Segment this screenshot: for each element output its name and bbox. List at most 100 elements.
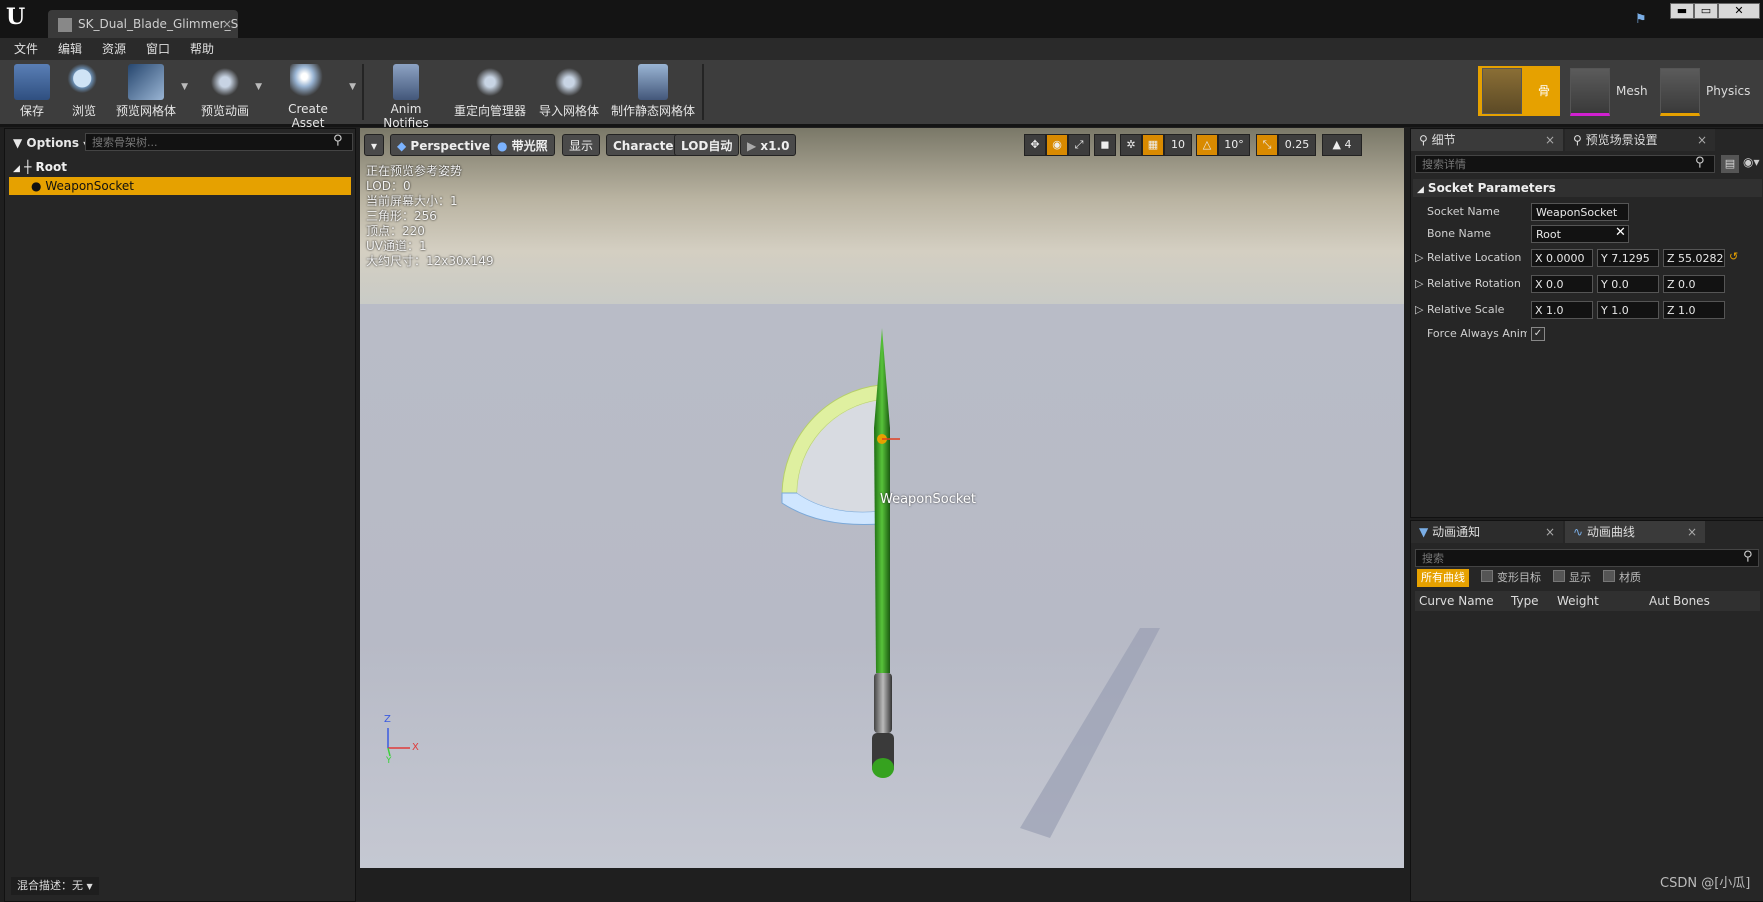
bone-icon: ┼ [24, 160, 32, 174]
socket-name-field[interactable]: WeaponSocket [1531, 203, 1629, 221]
rotation-x-field[interactable]: X 0.0 [1531, 275, 1593, 293]
toolbar-divider [362, 64, 364, 120]
menu-asset[interactable]: 资源 [102, 38, 126, 60]
mode-mesh-button[interactable]: Mesh [1566, 66, 1652, 116]
show-filter[interactable]: 显示 [1553, 569, 1591, 587]
close-tab-icon[interactable]: × [1545, 521, 1555, 543]
col-weight[interactable]: Weight [1557, 591, 1599, 611]
search-icon: ⚲ [1419, 133, 1428, 147]
menu-bar: 文件 编辑 资源 窗口 帮助 [0, 38, 1763, 60]
menu-edit[interactable]: 编辑 [58, 38, 82, 60]
maximize-button[interactable]: ▭ [1694, 3, 1718, 19]
blend-description-dropdown[interactable]: 混合描述：无 ▼ [11, 877, 99, 895]
menu-window[interactable]: 窗口 [146, 38, 170, 60]
close-tab-icon[interactable]: × [1545, 129, 1555, 151]
skeleton-search-input[interactable]: 搜索骨架树... [85, 133, 353, 151]
expand-arrow-icon[interactable]: ◢ [13, 164, 20, 174]
scale-y-field[interactable]: Y 1.0 [1597, 301, 1659, 319]
tree-item-root[interactable]: ◢ ┼ Root [13, 159, 67, 175]
close-window-button[interactable]: ✕ [1718, 3, 1760, 19]
location-z-field[interactable]: Z 55.0282 [1663, 249, 1725, 267]
chevron-down-icon[interactable]: ▼ [255, 82, 262, 92]
socket-parameters-section[interactable]: ◢ Socket Parameters [1413, 179, 1762, 197]
rotation-y-field[interactable]: Y 0.0 [1597, 275, 1659, 293]
browse-button[interactable]: 浏览 [62, 60, 106, 124]
reset-to-default-icon[interactable]: ↺ [1729, 250, 1738, 263]
axis-y-label: Y [386, 756, 392, 766]
viewport[interactable]: ▾ ◆ Perspective ● 带光照 显示 Character LOD自动… [360, 128, 1404, 868]
details-panel: ⚲ 细节 × ⚲ 预览场景设置 × 搜索详情 ⚲ ▤ ◉▾ ◢ Socket Pa… [1410, 128, 1763, 518]
tab-anim-curves[interactable]: ∿ 动画曲线 × [1565, 521, 1705, 543]
preview-mesh-button[interactable]: 预览网格体 ▼ [114, 60, 188, 124]
mode-physics-button[interactable]: Physics [1656, 66, 1760, 116]
scale-z-field[interactable]: Z 1.0 [1663, 301, 1725, 319]
preview-anim-button[interactable]: 预览动画 ▼ [198, 60, 262, 124]
skeleton-tree-panel: ▼ Options ▼ 搜索骨架树... ⚲ ◢ ┼ Root ● Weapon… [4, 128, 356, 902]
chevron-down-icon[interactable]: ▼ [349, 82, 356, 92]
clear-icon[interactable]: ✕ [1615, 225, 1626, 240]
asset-tab-title: SK_Dual_Blade_Glimmer_S [78, 17, 238, 31]
scale-x-field[interactable]: X 1.0 [1531, 301, 1593, 319]
toolbar: 保存 浏览 预览网格体 ▼ 预览动画 ▼ Create Asset ▼ Anim… [0, 60, 1763, 148]
bone-name-label: Bone Name [1427, 227, 1491, 240]
axis-z-label: Z [384, 714, 391, 725]
save-button[interactable]: 保存 [6, 60, 58, 124]
checkbox-icon [1481, 570, 1493, 582]
close-tab-icon[interactable]: × [1687, 521, 1697, 543]
minimize-button[interactable]: ▬ [1670, 3, 1694, 19]
make-static-mesh-button[interactable]: 制作静态网格体 [610, 60, 696, 124]
location-y-field[interactable]: Y 7.1295 [1597, 249, 1659, 267]
details-search-input[interactable]: 搜索详情 [1415, 155, 1715, 173]
pommel-gem [872, 758, 894, 778]
eye-icon[interactable]: ◉▾ [1743, 155, 1760, 169]
col-curve-name[interactable]: Curve Name [1419, 591, 1494, 611]
force-always-animated-row: Force Always Animated ✓ [1413, 323, 1762, 345]
tab-details[interactable]: ⚲ 细节 × [1411, 129, 1563, 151]
expand-arrow-icon[interactable]: ▷ [1415, 277, 1423, 290]
mode-skeleton-button[interactable]: 骨架 [1478, 66, 1560, 148]
asset-tab[interactable]: SK_Dual_Blade_Glimmer_S × [48, 10, 238, 38]
anim-notifies-button[interactable]: Anim Notifies [368, 60, 444, 130]
import-arrow-icon [551, 64, 587, 100]
filter-icon: ▼ [13, 136, 23, 150]
handle-grip [874, 673, 892, 733]
close-tab-icon[interactable]: × [1697, 129, 1707, 151]
create-asset-button[interactable]: Create Asset ▼ [270, 60, 356, 130]
unreal-logo-icon[interactable]: U [6, 4, 34, 32]
socket-icon: ● [31, 179, 42, 193]
expand-arrow-icon[interactable]: ▷ [1415, 251, 1423, 264]
all-curves-filter[interactable]: 所有曲线 [1417, 569, 1469, 587]
options-dropdown[interactable]: ▼ Options ▼ [13, 133, 89, 153]
notify-icon: ▼ [1419, 525, 1429, 539]
retarget-manager-button[interactable]: 重定向管理器 [452, 60, 528, 124]
morph-target-filter[interactable]: 变形目标 [1481, 569, 1541, 587]
close-tab-icon[interactable]: × [222, 10, 232, 38]
chevron-down-icon: ▼ [86, 882, 93, 891]
feedback-icon[interactable]: ⚑ [1635, 12, 1655, 28]
col-bones[interactable]: Bones [1673, 591, 1710, 611]
tab-preview-scene[interactable]: ⚲ 预览场景设置 × [1565, 129, 1715, 151]
relative-rotation-label: ▷ Relative Rotation [1415, 277, 1521, 290]
col-auto[interactable]: Aut [1649, 591, 1670, 611]
material-filter[interactable]: 材质 [1603, 569, 1641, 587]
menu-help[interactable]: 帮助 [190, 38, 214, 60]
curves-search-input[interactable]: 搜索 [1415, 549, 1759, 567]
create-asset-icon [290, 64, 326, 100]
watermark: CSDN @[小瓜] [1660, 876, 1751, 891]
skeletal-mesh-icon [58, 17, 72, 32]
chevron-down-icon[interactable]: ▼ [181, 82, 188, 92]
tab-anim-notifies[interactable]: ▼ 动画通知 × [1411, 521, 1563, 543]
relative-scale-label: ▷ Relative Scale [1415, 303, 1505, 316]
relative-location-label: ▷ Relative Location [1415, 251, 1522, 264]
menu-file[interactable]: 文件 [14, 38, 38, 60]
import-mesh-button[interactable]: 导入网格体 [536, 60, 602, 124]
search-icon: ⚲ [1573, 133, 1582, 147]
force-always-animated-checkbox[interactable]: ✓ [1531, 327, 1545, 341]
rotation-z-field[interactable]: Z 0.0 [1663, 275, 1725, 293]
expand-arrow-icon[interactable]: ▷ [1415, 303, 1423, 316]
col-type[interactable]: Type [1511, 591, 1539, 611]
tree-item-weapon-socket[interactable]: ● WeaponSocket [9, 177, 351, 195]
weapon-socket-label: WeaponSocket [880, 492, 977, 507]
view-options-icon[interactable]: ▤ [1721, 155, 1739, 173]
location-x-field[interactable]: X 0.0000 [1531, 249, 1593, 267]
